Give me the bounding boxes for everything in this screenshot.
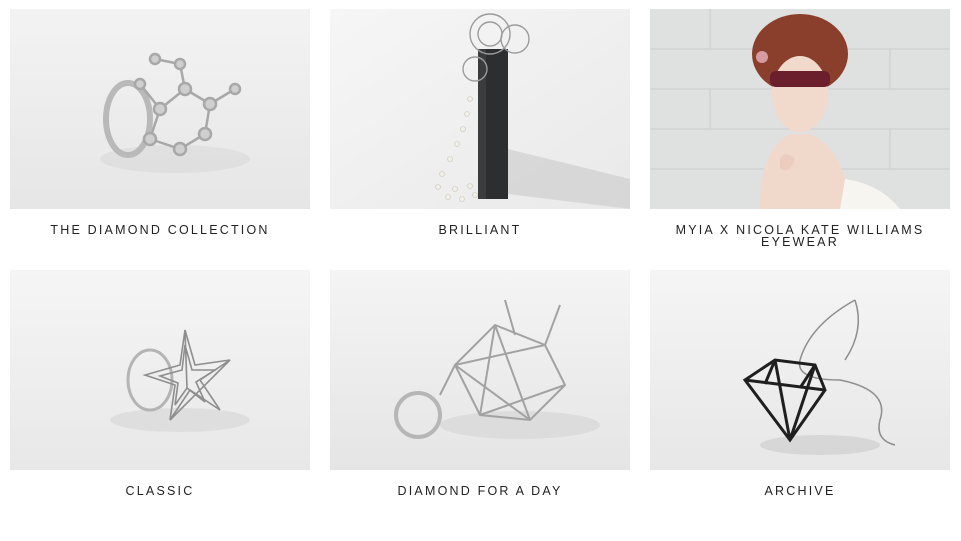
collection-card-classic[interactable]: CLASSIC (10, 270, 310, 497)
collection-title[interactable]: MYIA X NICOLA KATE WILLIAMS EYEWEAR (650, 224, 950, 249)
collection-card-diamond-for-a-day[interactable]: DIAMOND FOR A DAY (330, 270, 630, 497)
molecular-ring-image (10, 9, 310, 209)
collection-thumbnail[interactable] (10, 9, 310, 209)
collection-title[interactable]: CLASSIC (10, 485, 310, 498)
collection-title[interactable]: THE DIAMOND COLLECTION (10, 224, 310, 237)
collection-title[interactable]: BRILLIANT (330, 224, 630, 237)
wireframe-diamond-ring-image (330, 270, 630, 470)
collection-thumbnail[interactable] (650, 270, 950, 470)
collection-thumbnail[interactable] (10, 270, 310, 470)
black-diamond-pendant-image (650, 270, 950, 470)
filigree-pearl-necklace-image (330, 9, 630, 209)
collection-card-myia-eyewear[interactable]: MYIA X NICOLA KATE WILLIAMS EYEWEAR (650, 9, 950, 248)
model-lace-eyewear-image (650, 9, 950, 209)
collection-thumbnail[interactable] (650, 9, 950, 209)
collection-card-diamond-collection[interactable]: THE DIAMOND COLLECTION (10, 9, 310, 236)
collection-thumbnail[interactable] (330, 270, 630, 470)
collection-title[interactable]: DIAMOND FOR A DAY (330, 485, 630, 498)
collection-thumbnail[interactable] (330, 9, 630, 209)
collection-title[interactable]: ARCHIVE (650, 485, 950, 498)
star-ring-image (10, 270, 310, 470)
collection-card-brilliant[interactable]: BRILLIANT (330, 9, 630, 236)
collection-card-archive[interactable]: ARCHIVE (650, 270, 950, 497)
